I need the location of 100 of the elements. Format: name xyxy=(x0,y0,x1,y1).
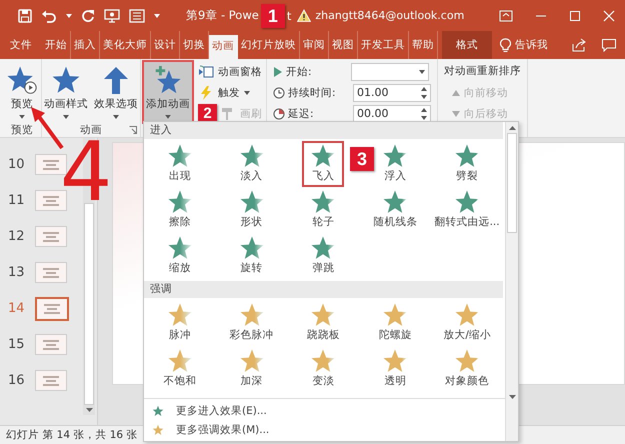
slide-number: 15 xyxy=(8,337,26,352)
add-animation-button[interactable]: 添加动画 xyxy=(144,62,192,122)
play-icon xyxy=(273,66,283,76)
animation-effect-item[interactable]: 淡入 xyxy=(236,141,268,187)
annotation-badge: 1 xyxy=(260,4,285,28)
animation-effect-item[interactable]: 放大/缩小 xyxy=(441,300,493,346)
animation-effect-item[interactable]: 跷跷板 xyxy=(304,300,342,346)
slide-thumbnail[interactable] xyxy=(35,226,67,247)
animation-effect-item[interactable]: 擦除 xyxy=(164,187,196,233)
document-icon xyxy=(129,8,145,22)
star-icon xyxy=(309,348,338,374)
ribbon-tab[interactable]: 动画 xyxy=(209,35,238,59)
caret-icon xyxy=(154,14,160,18)
animation-effect-item[interactable]: 旋转 xyxy=(236,233,268,279)
scroll-up-icon xyxy=(508,126,516,130)
spinner-field[interactable]: 01.00 xyxy=(353,84,431,102)
star-icon xyxy=(166,302,194,328)
star-icon xyxy=(238,235,266,261)
field-label: 开始: xyxy=(286,64,313,78)
star-icon xyxy=(152,424,164,436)
scroll-thumb[interactable] xyxy=(507,133,517,233)
star-icon xyxy=(309,143,338,169)
close-icon xyxy=(603,10,615,22)
star-icon xyxy=(381,348,410,374)
scroll-down-icon xyxy=(508,395,516,399)
slide-thumbnail[interactable] xyxy=(35,262,67,283)
animation-effect-item[interactable]: 透明 xyxy=(379,346,412,392)
slide-thumbnail[interactable] xyxy=(35,296,69,320)
field-label: 持续时间: xyxy=(288,86,337,100)
animation-effect-item[interactable]: 浮入 xyxy=(379,141,412,187)
annotation-badge: 3 xyxy=(350,147,374,171)
star-icon xyxy=(51,65,81,95)
save-icon xyxy=(18,8,32,22)
ribbon-button[interactable]: 效果选项 xyxy=(92,62,140,122)
animation-effect-item[interactable]: 脉冲 xyxy=(164,300,196,346)
animation-effect-item[interactable]: 加深 xyxy=(236,346,268,392)
spinner-arrows-icon xyxy=(421,108,427,120)
presentation-icon xyxy=(104,8,120,22)
star-icon xyxy=(166,143,194,169)
slide-count: 幻灯片 第 14 张，共 16 张 xyxy=(6,428,138,442)
ribbon-button[interactable]: 动画窗格 xyxy=(198,62,262,81)
caret-icon xyxy=(244,90,250,94)
account-email: zhangtt8464@outlook.com xyxy=(315,9,464,22)
animation-effect-item[interactable]: 陀螺旋 xyxy=(376,300,414,346)
animation-effect-item[interactable]: 缩放 xyxy=(164,233,196,279)
scroll-bar[interactable] xyxy=(505,122,518,441)
slide-thumbnail[interactable] xyxy=(35,370,67,391)
animation-effect-item[interactable]: 飞入 xyxy=(302,141,344,187)
section-header: 进入 xyxy=(144,122,503,139)
spinner-arrows-icon xyxy=(421,86,427,98)
animation-effect-item[interactable]: 轮子 xyxy=(307,187,340,233)
ribbon-tab[interactable]: 格式 xyxy=(442,31,492,59)
animation-effect-item[interactable]: 对象颜色 xyxy=(443,346,492,392)
ribbon-button[interactable]: 触发 xyxy=(198,83,250,102)
star-icon xyxy=(166,189,194,215)
menu-item[interactable]: 更多强调效果(M)... xyxy=(144,420,505,439)
undo-icon xyxy=(41,8,57,22)
ribbon-tab[interactable]: 文件 xyxy=(6,31,42,59)
star-icon xyxy=(309,189,338,215)
star-icon xyxy=(453,143,482,169)
star-icon xyxy=(238,189,266,215)
lightbulb-icon xyxy=(500,38,511,52)
star-icon xyxy=(238,302,266,328)
comment-icon xyxy=(601,38,617,52)
star-icon xyxy=(309,302,338,328)
star-icon xyxy=(453,348,482,374)
scroll-thumb[interactable] xyxy=(84,203,94,405)
animation-effect-item[interactable]: 变淡 xyxy=(307,346,340,392)
slide-number: 14 xyxy=(8,301,26,316)
animation-effect-item[interactable]: 形状 xyxy=(236,187,268,233)
ribbon-button[interactable]: 动画样式 xyxy=(42,62,90,122)
animation-effect-item[interactable]: 劈裂 xyxy=(451,141,484,187)
menu-item[interactable]: 更多进入效果(E)... xyxy=(144,401,505,420)
window-title: t xyxy=(286,8,292,22)
star-icon xyxy=(238,143,266,169)
maximize-icon xyxy=(569,10,581,22)
start-dropdown[interactable] xyxy=(351,62,429,80)
star-icon xyxy=(453,189,482,215)
animation-effect-item[interactable]: 随机线条 xyxy=(371,187,420,233)
animation-effect-item[interactable]: 出现 xyxy=(164,141,196,187)
caret-icon xyxy=(419,70,425,74)
star-icon xyxy=(381,302,410,328)
animation-effect-item[interactable]: 翻转式由远... xyxy=(432,187,502,233)
animation-effect-item[interactable]: 不饱和 xyxy=(161,346,198,392)
dialog-launcher-icon xyxy=(129,126,137,134)
slide-number: 10 xyxy=(8,157,26,172)
pane-icon xyxy=(198,64,214,78)
tell-me-button[interactable]: 告诉我 xyxy=(492,31,556,59)
slide-number: 11 xyxy=(8,193,26,208)
field-label: 延迟: xyxy=(288,106,315,120)
animation-effect-item[interactable]: 彩色脉冲 xyxy=(228,300,276,346)
star-icon xyxy=(166,235,194,261)
star-play-icon xyxy=(5,65,39,96)
preview-button[interactable]: 预览 xyxy=(3,62,41,122)
slide-thumbnail[interactable] xyxy=(35,334,67,355)
star-icon xyxy=(381,143,410,169)
star-icon xyxy=(381,189,410,215)
scroll-down-icon xyxy=(86,408,92,412)
animation-effect-item[interactable]: 弹跳 xyxy=(307,233,340,279)
spinner-field[interactable]: 00.00 xyxy=(353,104,431,122)
